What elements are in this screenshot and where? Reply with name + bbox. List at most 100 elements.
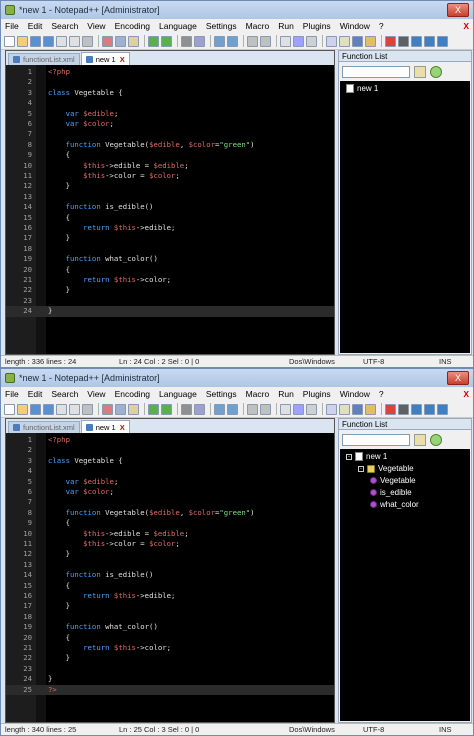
- folder-workspace-icon[interactable]: [365, 35, 376, 47]
- code-line[interactable]: 8 function Vegetable($edible, $color="gr…: [6, 140, 334, 150]
- function-tree-node[interactable]: new 1: [346, 83, 378, 94]
- document-close-icon[interactable]: X: [463, 21, 469, 31]
- code-line[interactable]: 14 function is_edible(): [6, 570, 334, 580]
- code-line[interactable]: 9 {: [6, 518, 334, 528]
- tab-functionlist-xml[interactable]: functionList.xml: [8, 53, 80, 65]
- undo-icon[interactable]: [148, 403, 159, 415]
- close-all-icon[interactable]: [69, 35, 80, 47]
- find-icon[interactable]: [181, 403, 192, 415]
- close-icon[interactable]: [56, 35, 67, 47]
- code-line[interactable]: 1 <?php: [6, 435, 334, 445]
- tab-functionlist-xml[interactable]: functionList.xml: [8, 421, 80, 433]
- menu-item-file[interactable]: File: [5, 21, 19, 31]
- menu-item-run[interactable]: Run: [278, 389, 294, 399]
- folder-workspace-icon[interactable]: [365, 403, 376, 415]
- document-close-icon[interactable]: X: [463, 389, 469, 399]
- save-all-icon[interactable]: [43, 403, 54, 415]
- tree-collapse-icon[interactable]: -: [346, 453, 352, 460]
- code-line[interactable]: 24}: [6, 674, 334, 684]
- code-line[interactable]: 21 return $this->color;: [6, 275, 334, 285]
- code-line[interactable]: 20 {: [6, 633, 334, 643]
- code-line[interactable]: 16 return $this->edible;: [6, 591, 334, 601]
- record-macro-icon[interactable]: [385, 403, 396, 415]
- code-line[interactable]: 7: [6, 129, 334, 139]
- sync-h-icon[interactable]: [260, 35, 271, 47]
- code-line[interactable]: 20 {: [6, 265, 334, 275]
- code-line[interactable]: 13: [6, 192, 334, 202]
- all-chars-icon[interactable]: [293, 35, 304, 47]
- replace-icon[interactable]: [194, 403, 205, 415]
- all-chars-icon[interactable]: [293, 403, 304, 415]
- code-line[interactable]: 24}: [6, 306, 334, 317]
- zoom-out-icon[interactable]: [227, 35, 238, 47]
- menu-item-settings[interactable]: Settings: [206, 21, 237, 31]
- sync-v-icon[interactable]: [247, 35, 258, 47]
- menu-item-settings[interactable]: Settings: [206, 389, 237, 399]
- code-line[interactable]: 4: [6, 466, 334, 476]
- function-list-search-input[interactable]: [342, 434, 410, 446]
- tab-new-1[interactable]: new 1 X: [80, 420, 130, 433]
- code-line[interactable]: 12 }: [6, 181, 334, 191]
- stop-record-icon[interactable]: [398, 35, 409, 47]
- code-line[interactable]: 11 $this->color = $color;: [6, 171, 334, 181]
- code-line[interactable]: 9 {: [6, 150, 334, 160]
- play-multi-icon[interactable]: [424, 35, 435, 47]
- code-line[interactable]: 16 return $this->edible;: [6, 223, 334, 233]
- menu-item-language[interactable]: Language: [159, 389, 197, 399]
- code-area[interactable]: 1 <?php 2 3 class Vegetable {4 5 var $edible;…: [6, 65, 334, 354]
- function-list-icon[interactable]: [352, 403, 363, 415]
- sort-icon[interactable]: [414, 434, 426, 446]
- menu-item-plugins[interactable]: Plugins: [303, 389, 331, 399]
- code-line[interactable]: 2: [6, 445, 334, 455]
- function-tree-node[interactable]: - Vegetable: [358, 463, 414, 474]
- code-line[interactable]: 19 function what_color(): [6, 622, 334, 632]
- window-close-button[interactable]: X: [447, 3, 469, 17]
- wrap-icon[interactable]: [280, 35, 291, 47]
- function-tree-node[interactable]: is_edible: [370, 487, 412, 498]
- sync-v-icon[interactable]: [247, 403, 258, 415]
- code-line[interactable]: 10 $this->edible = $edible;: [6, 529, 334, 539]
- save-icon[interactable]: [30, 35, 41, 47]
- redo-icon[interactable]: [161, 35, 172, 47]
- menu-item-help[interactable]: ?: [379, 389, 384, 399]
- code-line[interactable]: 10 $this->edible = $edible;: [6, 161, 334, 171]
- code-line[interactable]: 21 return $this->color;: [6, 643, 334, 653]
- print-icon[interactable]: [82, 403, 93, 415]
- redo-icon[interactable]: [161, 403, 172, 415]
- new-file-icon[interactable]: [4, 403, 15, 415]
- menu-item-view[interactable]: View: [87, 389, 105, 399]
- reload-icon[interactable]: [430, 66, 442, 78]
- function-tree-node[interactable]: what_color: [370, 499, 419, 510]
- doc-map-icon[interactable]: [339, 403, 350, 415]
- menu-item-search[interactable]: Search: [51, 389, 78, 399]
- menu-item-run[interactable]: Run: [278, 21, 294, 31]
- menu-item-encoding[interactable]: Encoding: [115, 389, 150, 399]
- sort-icon[interactable]: [414, 66, 426, 78]
- zoom-in-icon[interactable]: [214, 403, 225, 415]
- menu-item-macro[interactable]: Macro: [246, 389, 270, 399]
- menu-item-file[interactable]: File: [5, 389, 19, 399]
- menu-item-edit[interactable]: Edit: [28, 389, 43, 399]
- function-tree-node[interactable]: - new 1: [346, 451, 387, 462]
- replace-icon[interactable]: [194, 35, 205, 47]
- function-list-search-input[interactable]: [342, 66, 410, 78]
- save-icon[interactable]: [30, 403, 41, 415]
- code-line[interactable]: 19 function what_color(): [6, 254, 334, 264]
- code-line[interactable]: 25 ?>: [6, 684, 334, 695]
- editor-pane[interactable]: functionList.xml new 1 X 1 <?php 2 3 class Vege…: [5, 418, 335, 723]
- udl-icon[interactable]: [326, 35, 337, 47]
- code-line[interactable]: 23: [6, 296, 334, 306]
- code-line[interactable]: 23: [6, 664, 334, 674]
- code-line[interactable]: 12 }: [6, 549, 334, 559]
- sync-h-icon[interactable]: [260, 403, 271, 415]
- save-all-icon[interactable]: [43, 35, 54, 47]
- code-line[interactable]: 5 var $edible;: [6, 477, 334, 487]
- window-close-button[interactable]: X: [447, 371, 469, 385]
- stop-record-icon[interactable]: [398, 403, 409, 415]
- tab-close-icon[interactable]: X: [120, 54, 125, 65]
- cut-icon[interactable]: [102, 35, 113, 47]
- function-tree-node[interactable]: Vegetable: [370, 475, 416, 486]
- menu-item-window[interactable]: Window: [340, 389, 370, 399]
- code-line[interactable]: 3 class Vegetable {: [6, 88, 334, 98]
- code-line[interactable]: 11 $this->color = $color;: [6, 539, 334, 549]
